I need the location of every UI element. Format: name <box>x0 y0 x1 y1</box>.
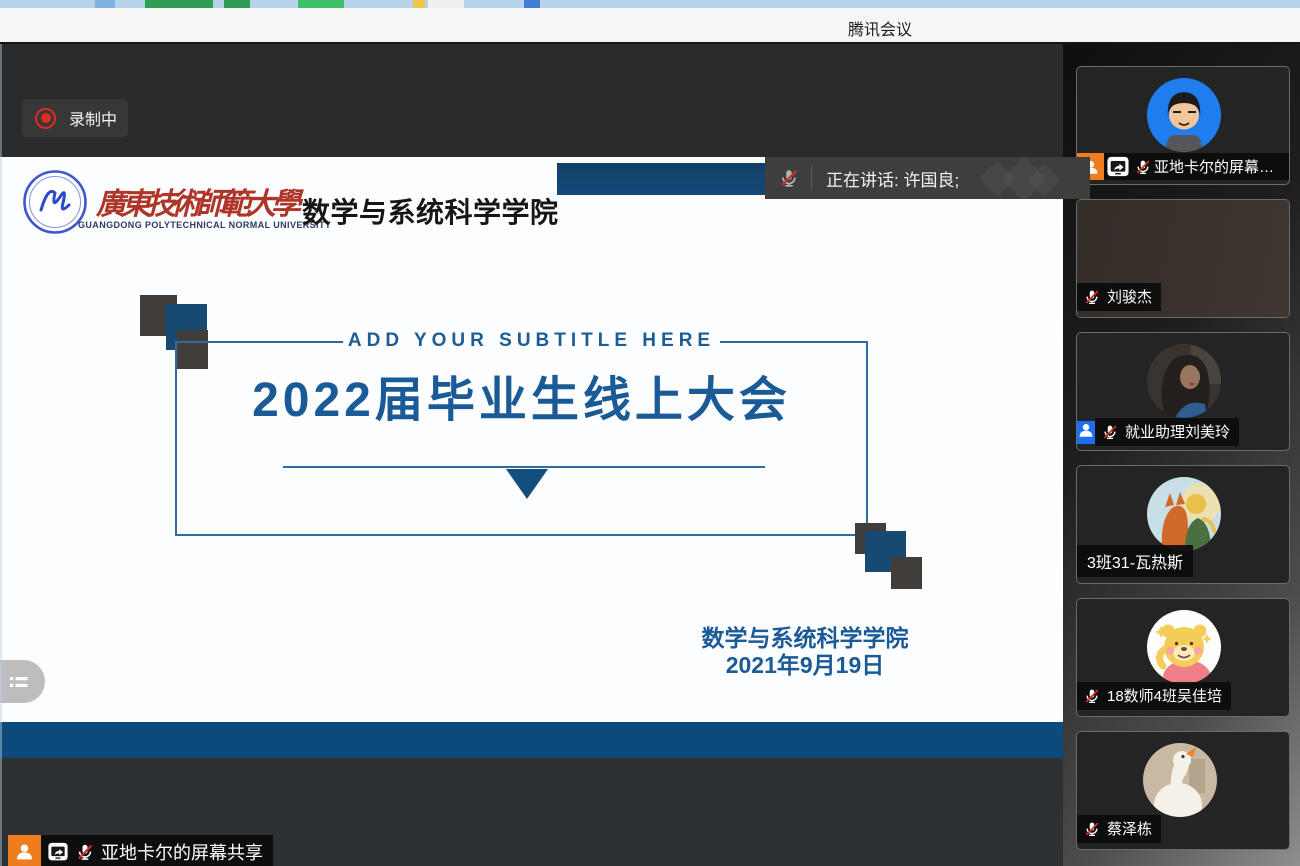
name-chip: 就业助理刘美玲 <box>1095 418 1239 446</box>
desktop-fragment <box>428 0 464 8</box>
desktop-fragment <box>413 0 425 8</box>
muted-mic-icon <box>75 842 95 862</box>
share-banner-bar: 亚地卡尔的屏幕共享 <box>41 835 273 866</box>
slide-bottom-band <box>0 722 1063 758</box>
window-left-edge <box>0 44 2 866</box>
footer-department: 数学与系统科学学院 <box>680 625 930 652</box>
muted-mic-icon <box>1101 423 1119 441</box>
record-dot-icon <box>35 108 56 129</box>
slide-subtitle: ADD YOUR SUBTITLE HERE <box>343 330 720 352</box>
person-badge <box>1077 421 1095 444</box>
muted-mic-icon <box>1134 158 1152 176</box>
person-icon <box>14 841 35 862</box>
participant-tile-liujunjie[interactable]: 刘骏杰 <box>1076 199 1290 318</box>
participant-name: 18数师4班吴佳培 <box>1107 685 1222 706</box>
participant-label: 3班31-瓦热斯 <box>1077 545 1193 577</box>
slide-title: 2022届毕业生线上大会 <box>175 360 868 430</box>
participant-tile-yadikaer[interactable]: 亚地卡尔的屏幕… <box>1076 66 1290 185</box>
participant-tile-caizedong[interactable]: 蔡泽栋 <box>1076 731 1290 850</box>
participant-tile-waresi[interactable]: 3班31-瓦热斯 <box>1076 465 1290 584</box>
frame-line <box>175 341 343 343</box>
participant-name: 就业助理刘美玲 <box>1125 421 1230 442</box>
university-name-calligraphy: 廣東技術師範大學 <box>96 179 296 223</box>
screen-share-icon <box>47 842 69 862</box>
muted-mic-icon <box>1083 288 1101 306</box>
participant-label: 蔡泽栋 <box>1077 815 1161 843</box>
list-icon <box>7 670 31 694</box>
presentation-slide: 廣東技術師範大學 GUANGDONG POLYTECHNICAL NORMAL … <box>0 157 1063 758</box>
frame-line <box>283 466 765 468</box>
meeting-window: 腾讯会议 录制中 廣東技術師範大學 GUANGDONG POLYTECHNIC <box>0 0 1300 866</box>
participant-tile-liumeiling[interactable]: 就业助理刘美玲 <box>1076 332 1290 451</box>
desktop-fragment <box>298 0 344 8</box>
participant-label: 就业助理刘美玲 <box>1077 418 1239 446</box>
department-header: 数学与系统科学学院 <box>302 191 559 231</box>
participant-label: 亚地卡尔的屏幕… <box>1077 153 1289 180</box>
participant-label: 刘骏杰 <box>1077 283 1161 311</box>
desktop-fragment <box>95 0 115 8</box>
participant-tile-wujiapei[interactable]: 18数师4班吴佳培 <box>1076 598 1290 717</box>
muted-mic-icon <box>1083 687 1101 705</box>
recording-label: 录制中 <box>69 106 117 130</box>
avatar-cartoon-boy <box>1147 78 1221 152</box>
participant-label: 18数师4班吴佳培 <box>1077 682 1231 710</box>
recording-badge[interactable]: 录制中 <box>22 99 128 137</box>
participant-name: 蔡泽栋 <box>1107 818 1152 839</box>
participants-sidebar: 亚地卡尔的屏幕… 刘骏杰 <box>1063 44 1300 866</box>
speaking-toast: 正在讲话: 许国良; <box>765 157 1090 199</box>
participant-name: 亚地卡尔的屏幕… <box>1154 156 1274 177</box>
desktop-strip <box>0 0 1300 8</box>
footer-date: 2021年9月19日 <box>680 652 930 679</box>
frame-line <box>720 341 868 343</box>
meeting-content: 录制中 廣東技術師範大學 GUANGDONG POLYTECHNICAL NOR… <box>0 42 1300 866</box>
desktop-fragment <box>145 0 213 8</box>
window-title: 腾讯会议 <box>848 16 912 40</box>
desktop-fragment <box>224 0 250 8</box>
person-icon <box>1077 421 1095 439</box>
participant-name: 刘骏杰 <box>1107 286 1152 307</box>
screen-share-icon <box>1106 156 1130 178</box>
triangle-decoration <box>506 469 548 499</box>
muted-mic-icon <box>1083 820 1101 838</box>
muted-mic-icon <box>778 167 800 189</box>
frame-line <box>175 534 858 536</box>
university-name-english: GUANGDONG POLYTECHNICAL NORMAL UNIVERSIT… <box>78 220 331 230</box>
avatar-little-prince-fox <box>1147 477 1221 551</box>
toast-divider <box>811 166 812 190</box>
avatar-woman-photo <box>1147 344 1221 418</box>
share-banner-label: 亚地卡尔的屏幕共享 <box>101 839 263 865</box>
window-titlebar: 腾讯会议 <box>0 8 1300 43</box>
slide-footer: 数学与系统科学学院 2021年9月19日 <box>680 625 930 679</box>
meeting-watermark-icon <box>974 161 1064 197</box>
participant-name: 3班31-瓦热斯 <box>1087 549 1183 573</box>
deco-square <box>891 557 922 589</box>
participant-list-toggle[interactable] <box>0 660 45 703</box>
avatar-cartoon-bear <box>1147 610 1221 684</box>
avatar-goose-photo <box>1143 743 1217 817</box>
host-badge <box>8 835 41 866</box>
screen-share-banner: 亚地卡尔的屏幕共享 <box>8 835 273 866</box>
desktop-fragment <box>524 0 540 8</box>
speaking-toast-text: 正在讲话: 许国良; <box>826 166 959 191</box>
